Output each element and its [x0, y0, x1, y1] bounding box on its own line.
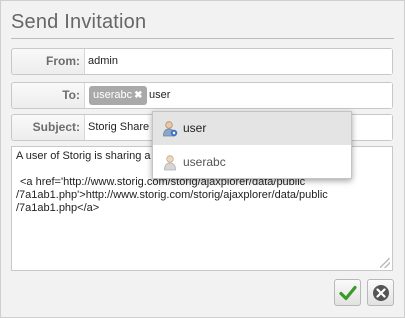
send-button[interactable]	[334, 279, 361, 306]
close-icon	[373, 285, 389, 301]
message-line: /7a1ab1.php'>http://www.storig.com/stori…	[16, 189, 328, 201]
suggestion-label: user	[183, 121, 207, 135]
suggestion-label: userabc	[183, 155, 226, 169]
resize-handle[interactable]	[380, 258, 390, 268]
remove-recipient-icon[interactable]: ✖	[134, 90, 142, 101]
recipient-chip-label: userabc	[93, 89, 133, 101]
dialog-title: Send Invitation	[11, 11, 147, 33]
send-invitation-dialog: Send Invitation From: admin To: userabc ✖…	[0, 0, 405, 318]
recipient-chip: userabc ✖	[89, 86, 147, 105]
suggestion-item[interactable]: userabc	[153, 146, 351, 179]
suggestion-item[interactable]: user	[153, 112, 351, 145]
to-input[interactable]: user	[149, 83, 170, 108]
from-row: From: admin	[11, 48, 393, 75]
to-label: To:	[62, 88, 80, 102]
recipient-suggestions: user userabc	[152, 111, 352, 179]
from-label: From:	[46, 54, 80, 68]
to-row: To: userabc ✖ user	[11, 82, 393, 109]
subject-label: Subject:	[32, 120, 80, 134]
to-field[interactable]: userabc ✖ user	[84, 83, 392, 108]
user-icon	[164, 155, 176, 171]
message-line: /7a1ab1.php</a>	[16, 202, 100, 214]
user-shared-icon	[163, 121, 178, 137]
check-icon	[339, 285, 357, 301]
cancel-button[interactable]	[367, 279, 394, 306]
title-divider	[11, 38, 394, 39]
from-field[interactable]: admin	[84, 49, 392, 74]
